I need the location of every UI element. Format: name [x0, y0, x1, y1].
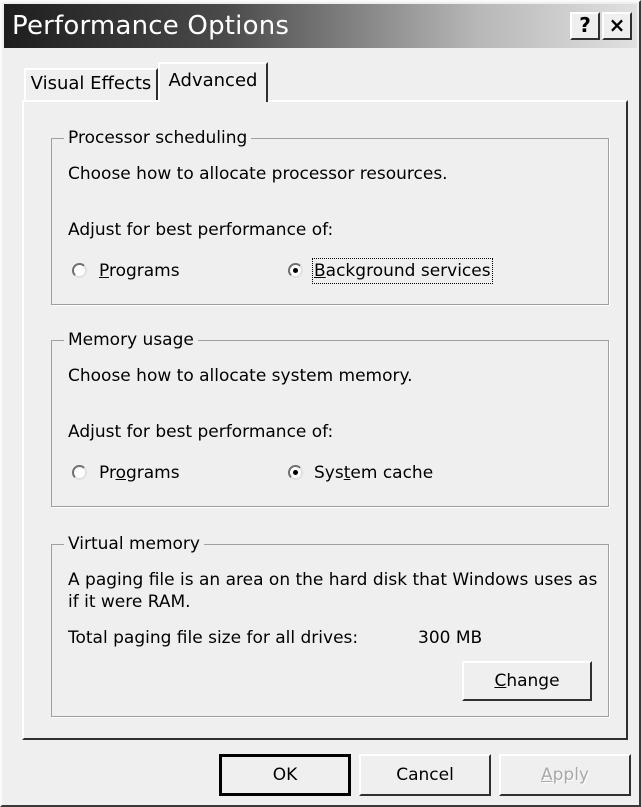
memory-usage-group: Memory usage Choose how to allocate syst…: [51, 329, 609, 507]
change-button-label: Change: [494, 671, 560, 691]
paging-file-total-value: 300 MB: [418, 628, 483, 648]
virtual-memory-title: Virtual memory: [64, 533, 204, 555]
advanced-tab-panel: Processor scheduling Choose how to alloc…: [22, 100, 628, 740]
ok-button[interactable]: OK: [219, 754, 351, 796]
title-bar[interactable]: Performance Options ? ×: [4, 4, 637, 48]
memory-programs-radio[interactable]: [72, 465, 87, 480]
performance-options-window: Performance Options ? × Visual Effects A…: [0, 0, 641, 807]
memory-system-cache-label[interactable]: System cache: [314, 462, 433, 484]
tab-visual-effects-label: Visual Effects: [30, 73, 152, 94]
cancel-button[interactable]: Cancel: [359, 754, 491, 796]
virtual-memory-description-line1: A paging file is an area on the hard dis…: [68, 570, 598, 590]
processor-background-services-radio[interactable]: [288, 263, 303, 278]
processor-scheduling-group: Processor scheduling Choose how to alloc…: [51, 127, 609, 305]
change-button[interactable]: Change: [462, 661, 592, 701]
tab-advanced-label: Advanced: [168, 70, 258, 91]
memory-adjust-label: Adjust for best performance of:: [68, 422, 334, 442]
apply-button-label: Apply: [540, 765, 589, 785]
memory-description: Choose how to allocate system memory.: [68, 366, 413, 386]
radio-selected-dot: [293, 268, 298, 273]
help-button[interactable]: ?: [570, 12, 600, 40]
memory-programs-label[interactable]: Programs: [99, 462, 180, 484]
processor-programs-radio[interactable]: [72, 263, 87, 278]
memory-usage-title: Memory usage: [64, 329, 198, 351]
processor-adjust-label: Adjust for best performance of:: [68, 220, 334, 240]
processor-programs-label[interactable]: Programs: [99, 260, 180, 282]
virtual-memory-group: Virtual memory A paging file is an area …: [51, 533, 609, 717]
close-button[interactable]: ×: [602, 12, 632, 40]
processor-scheduling-title: Processor scheduling: [64, 127, 252, 149]
processor-background-services-label[interactable]: Background services: [312, 258, 493, 284]
paging-file-total-label: Total paging file size for all drives:: [68, 628, 359, 648]
tab-visual-effects[interactable]: Visual Effects: [24, 68, 158, 100]
window-title: Performance Options: [12, 11, 290, 41]
memory-system-cache-radio[interactable]: [288, 465, 303, 480]
radio-selected-dot: [293, 470, 298, 475]
apply-button[interactable]: Apply: [499, 754, 631, 796]
tab-advanced[interactable]: Advanced: [158, 62, 268, 102]
virtual-memory-description-line2: if it were RAM.: [68, 592, 191, 612]
processor-description: Choose how to allocate processor resourc…: [68, 164, 448, 184]
